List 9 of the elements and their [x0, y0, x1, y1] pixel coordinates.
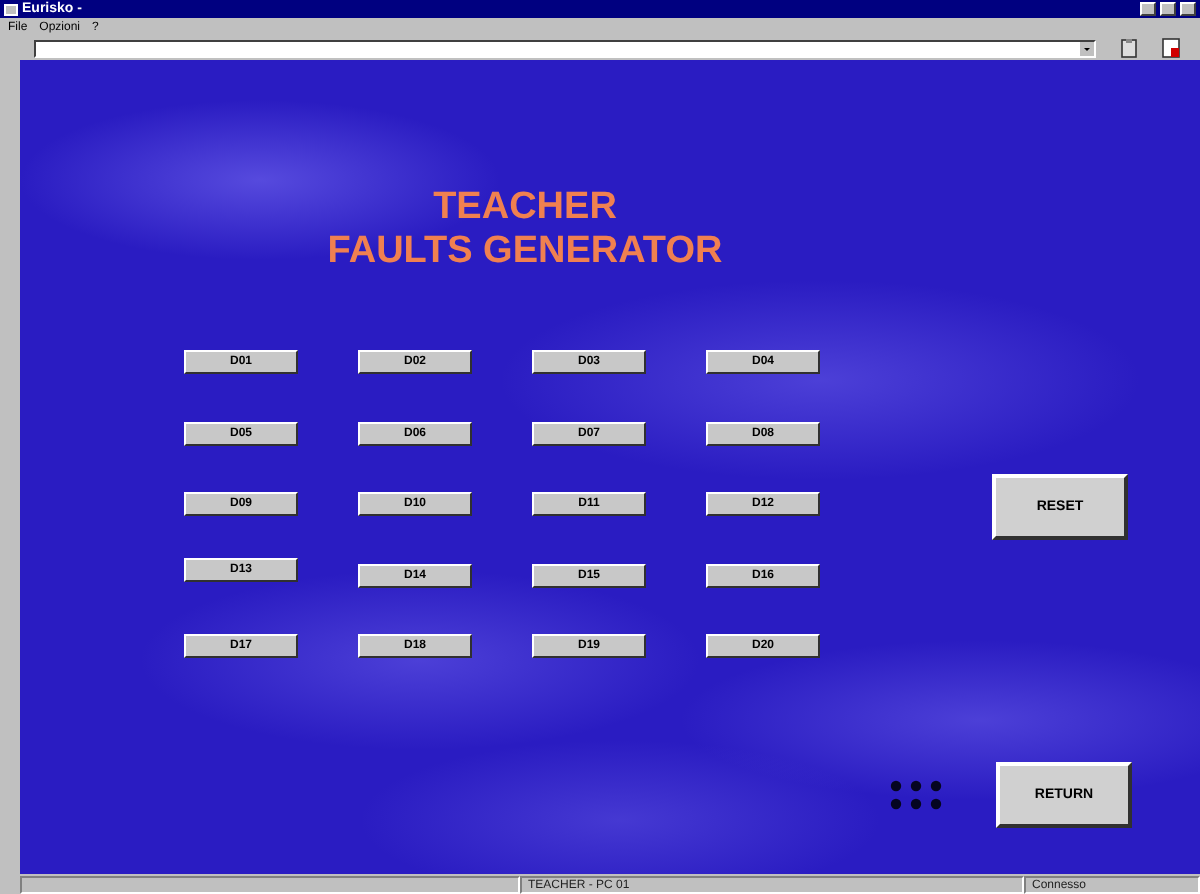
close-button[interactable]: [1180, 2, 1196, 16]
combo-field[interactable]: [34, 39, 1096, 57]
document-icon[interactable]: [1162, 38, 1180, 58]
heading-text: FAULTS GENERATOR: [327, 230, 723, 274]
dots-icon: [888, 780, 944, 810]
clipboard-icon[interactable]: [1120, 38, 1138, 58]
heading-text: TEACHER: [431, 186, 619, 230]
maximize-button[interactable]: [1160, 2, 1176, 16]
minimize-button[interactable]: [1140, 2, 1156, 16]
